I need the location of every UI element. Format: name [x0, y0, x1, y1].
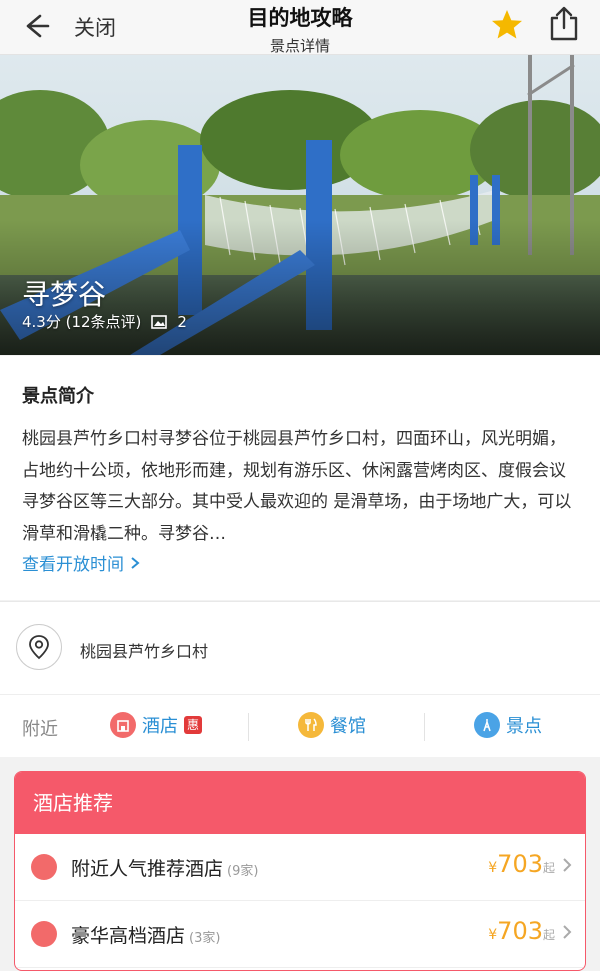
hotel-recommend-card: 酒店推荐 附近人气推荐酒店 (9家) ¥703起 豪华高档酒店 (3家) ¥703起 — [14, 771, 586, 971]
hotel-row[interactable]: 附近人气推荐酒店 (9家) ¥703起 — [15, 834, 585, 901]
nearby-restaurant-label: 餐馆 — [330, 716, 366, 737]
nearby-restaurant-button[interactable]: 餐馆 — [298, 712, 366, 738]
hotel-icon — [31, 854, 57, 880]
price-suffix: 起 — [542, 861, 555, 875]
top-nav-bar: 关闭 目的地攻略 景点详情 — [0, 0, 600, 55]
nearby-sight-label: 景点 — [506, 716, 542, 737]
intro-heading: 景点简介 — [22, 386, 94, 407]
price-value: 703 — [497, 917, 543, 945]
rating-row: 4.3分 (12条点评) 2 — [22, 311, 187, 332]
hotel-row-name: 附近人气推荐酒店 (9家) — [71, 854, 258, 881]
hotel-icon — [31, 921, 57, 947]
nearby-bar: 附近 酒店 惠 餐馆 景点 — [0, 694, 600, 757]
attraction-name: 寻梦谷 — [22, 278, 107, 311]
image-icon — [151, 314, 168, 329]
nearby-hotel-button[interactable]: 酒店 惠 — [110, 712, 203, 738]
hotel-row-price: ¥703起 — [488, 917, 555, 945]
chevron-right-icon — [563, 858, 572, 872]
currency-symbol: ¥ — [488, 927, 498, 943]
price-suffix: 起 — [542, 928, 555, 942]
favorite-star-icon[interactable] — [490, 8, 524, 42]
photo-count: 2 — [177, 312, 187, 331]
share-icon[interactable] — [548, 6, 580, 42]
currency-symbol: ¥ — [488, 860, 498, 876]
card-title: 酒店推荐 — [15, 772, 585, 834]
price-value: 703 — [497, 850, 543, 878]
hotel-row[interactable]: 豪华高档酒店 (3家) ¥703起 — [15, 901, 585, 968]
nearby-hotel-label: 酒店 — [142, 716, 178, 737]
hotel-row-title: 豪华高档酒店 — [71, 925, 186, 947]
opening-hours-link[interactable]: 查看开放时间 — [22, 550, 140, 575]
location-pin-icon — [29, 635, 49, 660]
hotel-row-count: (3家) — [189, 931, 221, 946]
divider — [248, 713, 249, 741]
location-pin-button[interactable] — [16, 624, 62, 670]
hotel-row-count: (9家) — [227, 864, 259, 879]
intro-section: 景点简介 桃园县芦竹乡口村寻梦谷位于桃园县芦竹乡口村，四面环山，风光明媚，占地约… — [0, 356, 600, 600]
hero-image[interactable]: 寻梦谷 4.3分 (12条点评) 2 — [0, 55, 600, 355]
hotel-icon — [110, 712, 136, 738]
restaurant-icon — [298, 712, 324, 738]
intro-text: 桃园县芦竹乡口村寻梦谷位于桃园县芦竹乡口村，四面环山，风光明媚，占地约十公顷，依… — [22, 429, 572, 544]
sight-icon — [474, 712, 500, 738]
hotel-row-name: 豪华高档酒店 (3家) — [71, 921, 220, 948]
divider — [424, 713, 425, 741]
opening-hours-label: 查看开放时间 — [22, 555, 124, 575]
chevron-right-icon — [131, 556, 140, 569]
address-text: 桃园县芦竹乡口村 — [80, 642, 209, 661]
rating-text: 4.3分 (12条点评) — [22, 313, 142, 331]
hotel-row-price: ¥703起 — [488, 850, 555, 878]
hotel-row-title: 附近人气推荐酒店 — [71, 858, 224, 880]
nearby-sight-button[interactable]: 景点 — [474, 712, 542, 738]
chevron-right-icon — [563, 925, 572, 939]
nearby-label: 附近 — [22, 719, 58, 740]
discount-badge: 惠 — [184, 716, 203, 734]
address-row[interactable]: 桃园县芦竹乡口村 — [0, 601, 600, 694]
